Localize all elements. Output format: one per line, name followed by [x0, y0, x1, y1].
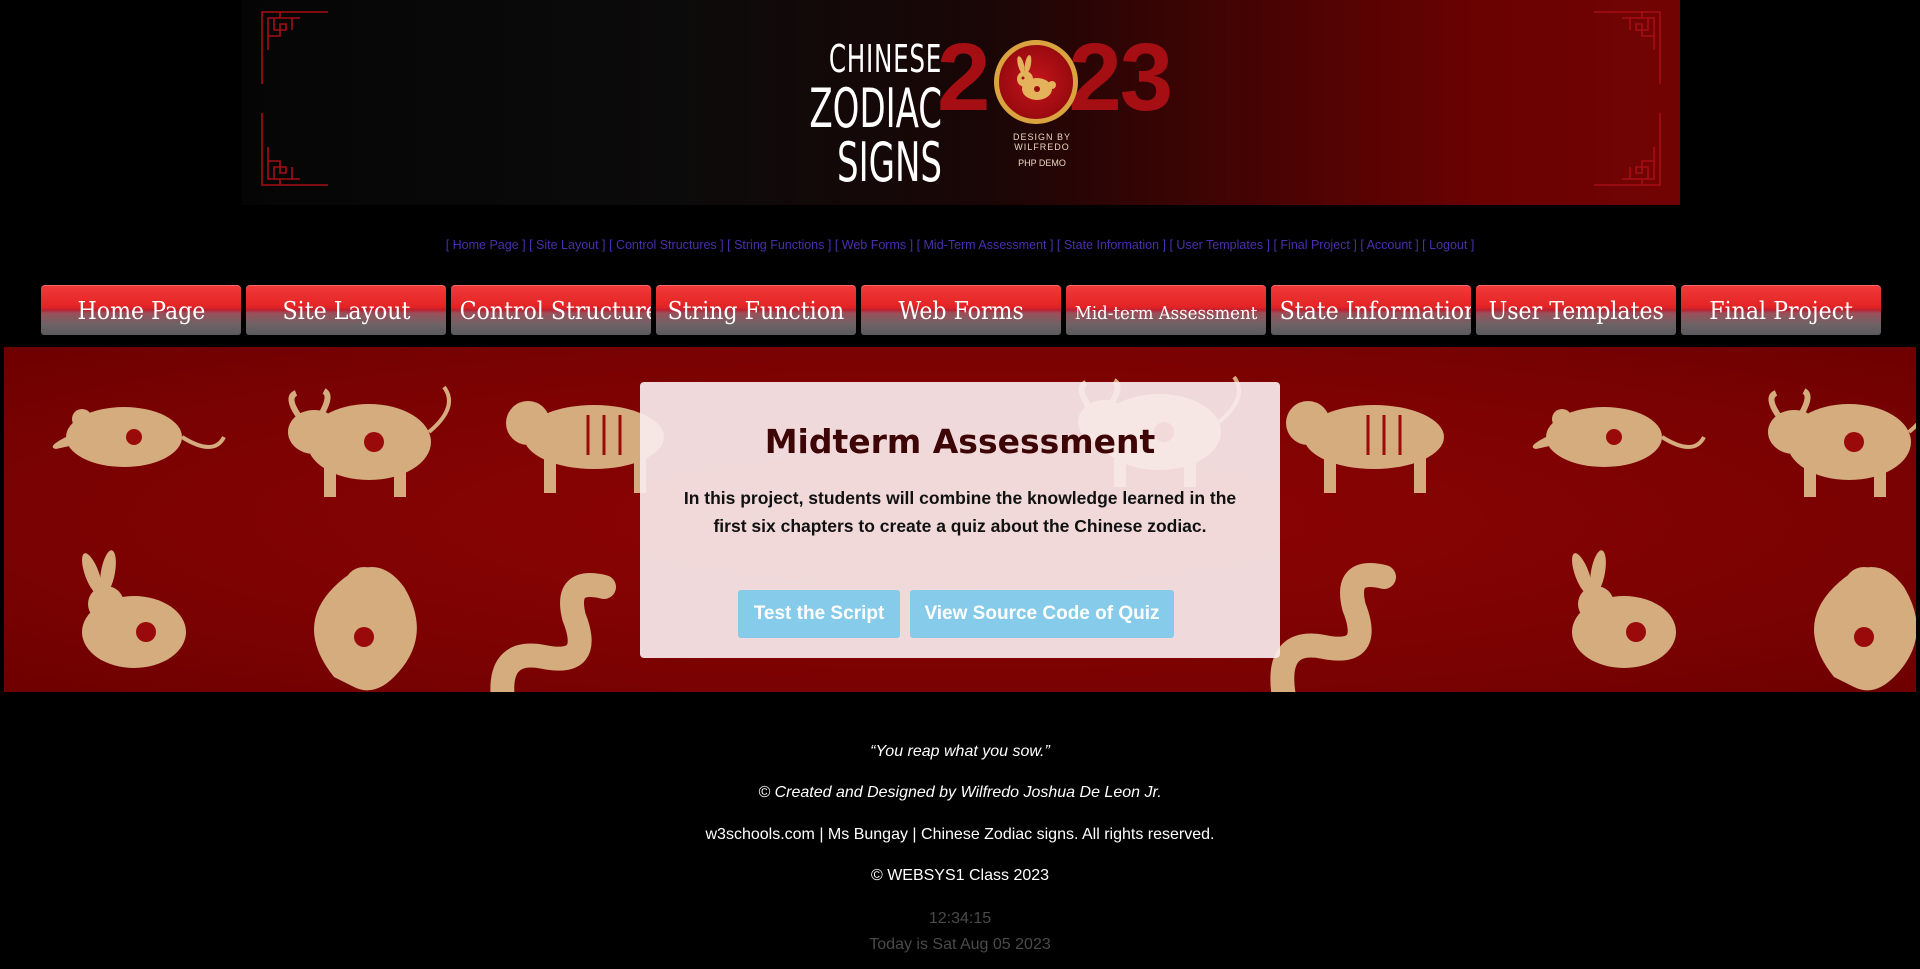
bracket: ]: [1467, 238, 1475, 252]
site-logo-text: CHINESE ZODIAC SIGNS: [742, 40, 942, 190]
text-link-site-layout[interactable]: Site Layout: [536, 238, 599, 252]
footer-sources: w3schools.com | Ms Bungay | Chinese Zodi…: [705, 826, 1215, 843]
nav-button-label: Web Forms: [898, 297, 1024, 325]
nav-button-label: Control Structure: [459, 297, 651, 325]
nav-button-final-project[interactable]: Final Project: [1681, 285, 1881, 335]
logo-year-digits: 23: [1068, 24, 1173, 131]
bracket: ]: [1411, 238, 1423, 252]
footer-class: © WEBSYS1 Class 2023: [870, 867, 1050, 884]
text-link-user-templates[interactable]: User Templates: [1176, 238, 1263, 252]
bracket: [: [834, 238, 842, 252]
lattice-corner-ornament: [1594, 11, 1661, 84]
bracket: [: [916, 238, 924, 252]
nav-button-label: String Function: [667, 297, 845, 325]
text-link-string-functions[interactable]: String Functions: [734, 238, 824, 252]
bracket: ]: [906, 238, 917, 252]
lattice-corner-ornament: [261, 113, 328, 186]
site-banner: CHINESE ZODIAC SIGNS 2 23 DESIGN BY WILFR…: [242, 0, 1680, 205]
nav-button-label: Site Layout: [282, 297, 410, 325]
footer-quote: “You reap what you sow.”: [870, 743, 1050, 760]
text-link-home-page[interactable]: Home Page: [453, 238, 519, 252]
nav-button-label: State Information: [1279, 297, 1471, 325]
bracket: ]: [1349, 238, 1361, 252]
logo-subtitle: PHP DEMO: [1018, 158, 1066, 168]
logo-credit: DESIGN BY WILFREDO: [1012, 132, 1071, 152]
text-link-mid-term-assessment[interactable]: Mid-Term Assessment: [924, 238, 1047, 252]
nav-button-user-templates[interactable]: User Templates: [1476, 285, 1676, 335]
bracket: ]: [518, 238, 530, 252]
lattice-corner-ornament: [261, 11, 328, 84]
bracket: [: [529, 238, 537, 252]
nav-button-label: Home Page: [77, 297, 205, 325]
midterm-card: Midterm Assessment In this project, stud…: [640, 382, 1280, 658]
bracket: ]: [1046, 238, 1057, 252]
footer-clock: 12:34:15: [928, 910, 992, 927]
bracket: [: [1056, 238, 1064, 252]
text-link-web-forms[interactable]: Web Forms: [842, 238, 906, 252]
nav-button-label: Mid-term Assessment: [1074, 303, 1258, 324]
bracket: ]: [824, 238, 835, 252]
footer-date: Today is Sat Aug 05 2023: [869, 936, 1051, 953]
logo-year-digit: 2: [937, 24, 990, 131]
bracket: [: [609, 238, 616, 252]
bracket: ]: [1263, 238, 1274, 252]
nav-button-state-information[interactable]: State Information: [1271, 285, 1471, 335]
bracket: ]: [1159, 238, 1170, 252]
bracket: ]: [716, 238, 728, 252]
nav-button-web-forms[interactable]: Web Forms: [861, 285, 1061, 335]
text-link-final-project[interactable]: Final Project: [1280, 238, 1349, 252]
text-link-state-information[interactable]: State Information: [1064, 238, 1159, 252]
rabbit-medallion-icon: [994, 40, 1078, 124]
nav-button-label: User Templates: [1488, 297, 1664, 325]
logo-line-chinese: CHINESE: [828, 37, 942, 81]
nav-button-mid-term-assessment[interactable]: Mid-term Assessment: [1066, 285, 1266, 335]
test-script-button[interactable]: Test the Script: [738, 590, 900, 638]
text-link-account[interactable]: Account: [1367, 238, 1412, 252]
card-title: Midterm Assessment: [764, 422, 1156, 461]
footer-credit: © Created and Designed by Wilfredo Joshu…: [758, 784, 1162, 801]
bracket: [: [445, 238, 453, 252]
bracket: ]: [598, 238, 609, 252]
text-nav-links: [ Home Page ] [ Site Layout ] [ Control …: [0, 238, 1920, 252]
view-source-button[interactable]: View Source Code of Quiz: [910, 590, 1174, 638]
nav-button-string-function[interactable]: String Function: [656, 285, 856, 335]
nav-button-label: Final Project: [1709, 297, 1853, 325]
logo-line-zodiac-signs: ZODIAC SIGNS: [809, 77, 942, 194]
card-description: In this project, students will combine t…: [683, 488, 1237, 536]
text-link-logout[interactable]: Logout: [1429, 238, 1467, 252]
nav-button-home-page[interactable]: Home Page: [41, 285, 241, 335]
nav-button-control-structure[interactable]: Control Structure: [451, 285, 651, 335]
lattice-corner-ornament: [1594, 113, 1661, 186]
nav-button-site-layout[interactable]: Site Layout: [246, 285, 446, 335]
text-link-control-structures[interactable]: Control Structures: [616, 238, 717, 252]
